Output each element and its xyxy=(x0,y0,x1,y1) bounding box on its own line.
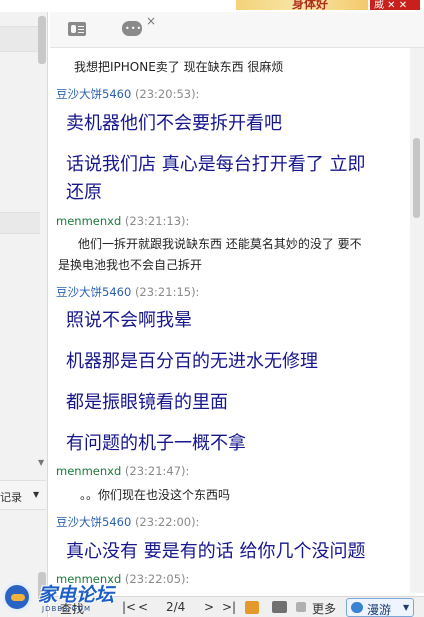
last-page-button[interactable]: >| xyxy=(222,600,236,614)
message-sender: menmenxd (23:21:47): xyxy=(56,464,189,478)
message-text: 我想把IPHONE卖了 现在缺东西 很麻烦 xyxy=(74,60,284,74)
ad-close-text: 威 ✕ ✕ xyxy=(374,0,408,11)
contact-card-icon[interactable] xyxy=(68,22,86,36)
next-page-button[interactable]: > xyxy=(204,600,214,614)
message-time: (23:22:00): xyxy=(134,515,200,529)
prev-page-button[interactable]: < xyxy=(138,600,148,614)
chevron-down-icon: ▼ xyxy=(33,490,40,499)
message-time: (23:21:47): xyxy=(124,464,190,478)
chat-scrollbar-thumb[interactable] xyxy=(413,138,420,218)
panel-tabs: ••• × xyxy=(50,12,424,48)
message-text: 照说不会啊我晕 xyxy=(66,310,192,331)
ad-banner[interactable]: 身体好 xyxy=(236,0,368,10)
forum-logo-icon xyxy=(2,582,32,612)
image-icon[interactable] xyxy=(272,601,287,613)
message-text: 真心没有 要是有的话 给你几个没问题 xyxy=(66,541,366,562)
forum-watermark: 家电论坛 JDBBS.COM xyxy=(2,580,132,616)
chat-scrollbar[interactable] xyxy=(410,48,424,593)
message-text: 话说我们店 真心是每台打开看了 立即 xyxy=(66,154,366,175)
left-pane: ▼ 记录 ▼ xyxy=(0,12,48,617)
message-text: 有问题的机子一概不拿 xyxy=(66,433,246,454)
history-label: 记录 xyxy=(0,491,22,504)
message-text: 卖机器他们不会要拆开看吧 xyxy=(66,113,282,134)
message-sender: 豆沙大饼5460 (23:21:15): xyxy=(56,284,199,300)
more-button[interactable]: 更多 xyxy=(312,600,336,617)
history-dropdown[interactable]: 记录 ▼ xyxy=(0,480,46,510)
roam-icon xyxy=(351,602,363,613)
message-sender: 豆沙大饼5460 (23:20:53): xyxy=(56,86,199,102)
left-pane-item[interactable] xyxy=(0,26,40,52)
message-sender: menmenxd (23:21:13): xyxy=(56,214,189,228)
ad-banner-text: 身体好 xyxy=(292,0,329,10)
message-text: 是换电池我也不会自己拆开 xyxy=(58,258,203,272)
watermark-url: JDBBS.COM xyxy=(42,605,92,613)
chevron-down-icon: ▼ xyxy=(403,603,410,612)
message-time: (23:20:53): xyxy=(134,87,200,101)
scroll-down-arrow-icon[interactable]: ▼ xyxy=(38,458,44,467)
more-icon[interactable] xyxy=(296,602,306,612)
sender-name: 豆沙大饼5460 xyxy=(56,87,132,101)
message-time: (23:21:13): xyxy=(124,214,190,228)
message-text: 机器那是百分百的无进水无修理 xyxy=(66,351,318,372)
message-time: (23:21:15): xyxy=(134,285,200,299)
message-text: 都是振眼镜看的里面 xyxy=(66,392,228,413)
close-icon[interactable]: × xyxy=(146,14,156,28)
page-indicator: 2/4 xyxy=(166,600,186,614)
left-pane-scrollbar[interactable] xyxy=(38,16,46,64)
message-text: 还原 xyxy=(66,182,102,203)
left-pane-item[interactable] xyxy=(0,212,40,234)
ad-close-button[interactable]: 威 ✕ ✕ xyxy=(370,0,420,11)
sender-name: 豆沙大饼5460 xyxy=(56,285,132,299)
message-time: (23:22:05): xyxy=(124,572,190,586)
message-text: 他们一拆开就跟我说缺东西 还能莫名其妙的没了 要不 xyxy=(78,237,362,251)
message-sender: 豆沙大饼5460 (23:22:00): xyxy=(56,514,199,530)
chat-bubble-icon[interactable]: ••• xyxy=(122,21,142,36)
message-text: 。。你们现在也没这个东西吗 xyxy=(80,488,231,502)
watermark-brand: 家电论坛 xyxy=(38,584,115,606)
calendar-icon[interactable] xyxy=(245,601,259,614)
roam-button[interactable]: 漫游 ▼ xyxy=(346,598,414,617)
sender-name: 豆沙大饼5460 xyxy=(56,515,132,529)
sender-name: menmenxd xyxy=(56,464,122,478)
chat-history: 我想把IPHONE卖了 现在缺东西 很麻烦 豆沙大饼5460 (23:20:53… xyxy=(50,48,410,593)
sender-name: menmenxd xyxy=(56,214,122,228)
roam-label: 漫游 xyxy=(367,603,392,617)
